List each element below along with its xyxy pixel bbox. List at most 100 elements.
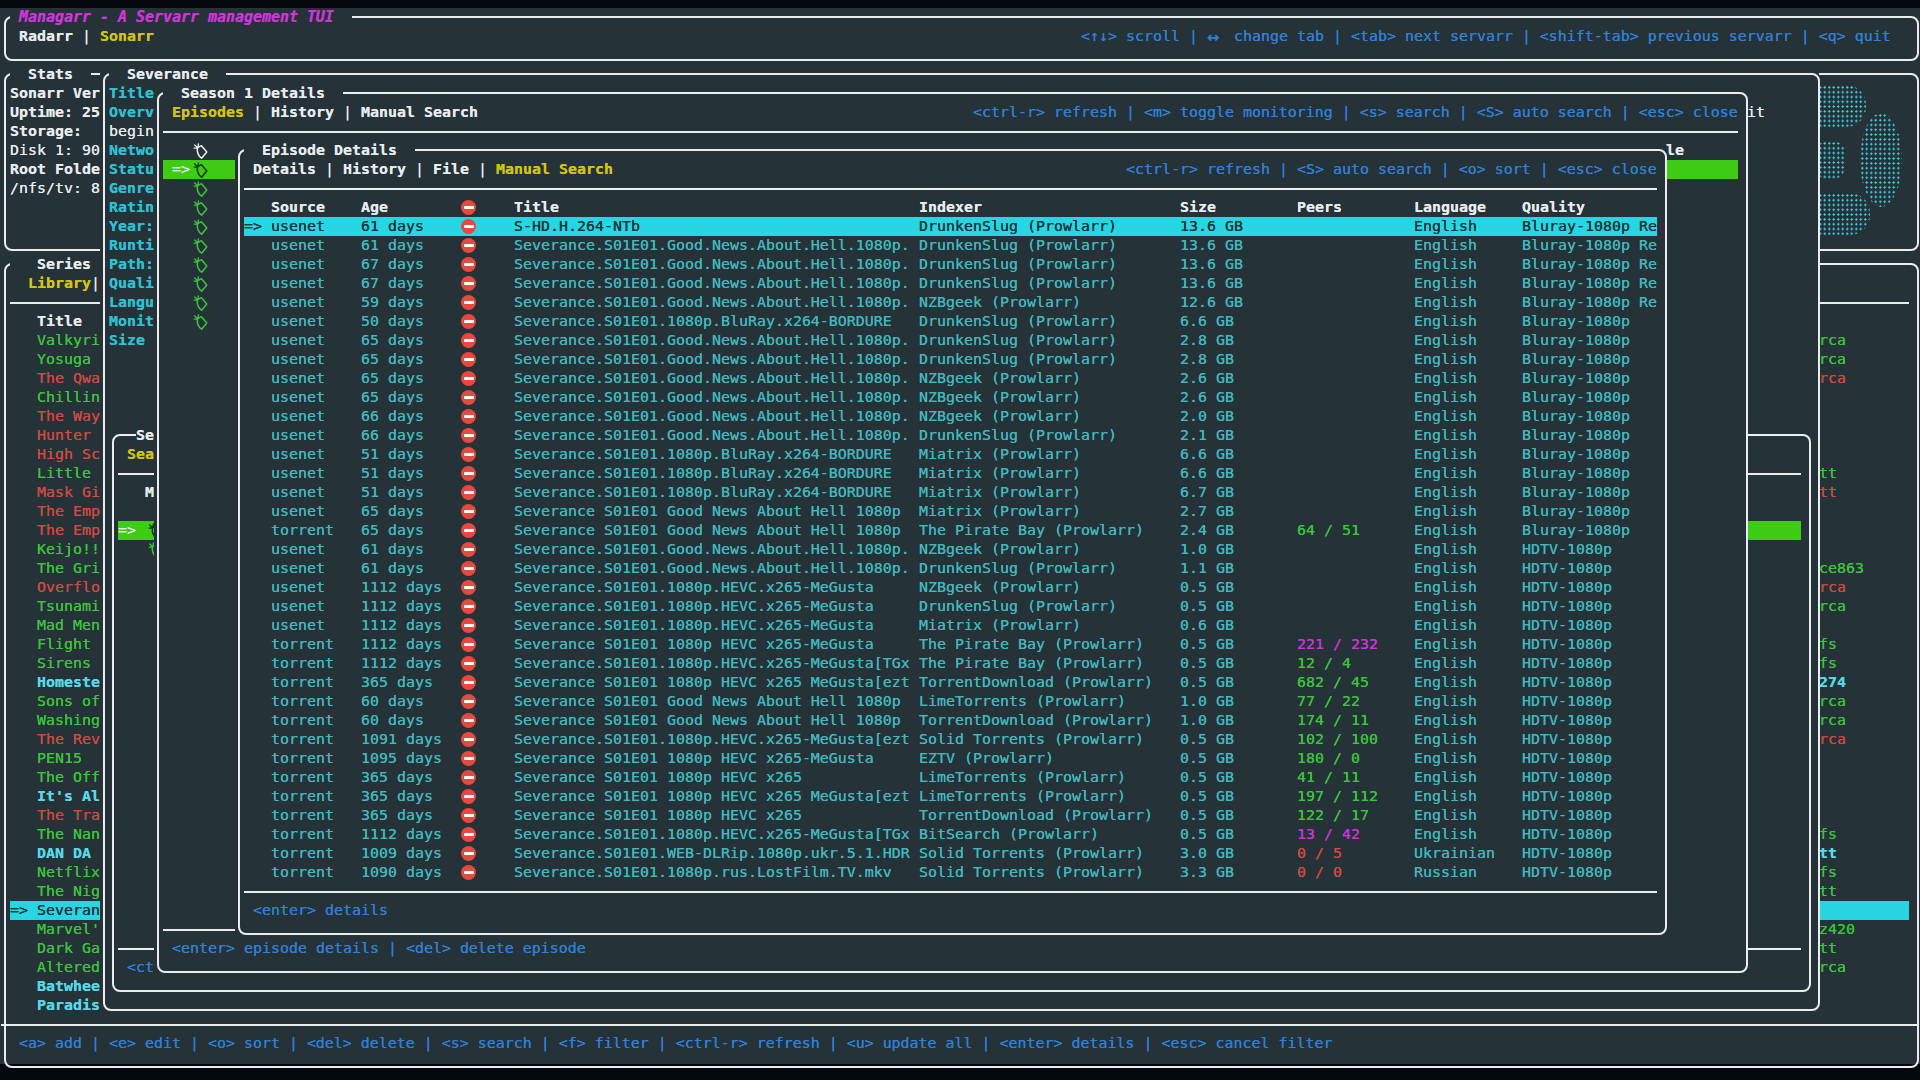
release-quality: HDTV-1080p xyxy=(1522,540,1612,559)
release-indexer: TorrentDownload (Prowlarr) xyxy=(919,806,1153,825)
release-source[interactable]: usenet xyxy=(271,331,325,350)
release-age: 1112 days xyxy=(361,654,442,673)
rejected-icon xyxy=(461,865,476,880)
release-age: 59 days xyxy=(361,293,424,312)
release-quality: Bluray-1080p xyxy=(1522,426,1630,445)
release-quality: Bluray-1080p xyxy=(1522,388,1630,407)
release-quality: Bluray-1080p xyxy=(1522,445,1630,464)
release-indexer: DrunkenSlug (Prowlarr) xyxy=(919,217,1117,236)
release-age: 60 days xyxy=(361,692,424,711)
release-source[interactable]: usenet xyxy=(271,388,325,407)
release-source[interactable]: usenet xyxy=(271,464,325,483)
release-language: English xyxy=(1414,502,1477,521)
release-source[interactable]: usenet xyxy=(271,407,325,426)
release-age: 1112 days xyxy=(361,616,442,635)
release-indexer: Miatrix (Prowlarr) xyxy=(919,464,1081,483)
release-size: 1.0 GB xyxy=(1180,540,1234,559)
release-source[interactable]: usenet xyxy=(271,597,325,616)
release-quality: Bluray-1080p xyxy=(1522,369,1630,388)
release-source[interactable]: torrent xyxy=(271,787,334,806)
release-source[interactable]: torrent xyxy=(271,673,334,692)
release-source[interactable]: usenet xyxy=(271,616,325,635)
release-source[interactable]: usenet xyxy=(271,445,325,464)
release-size: 6.6 GB xyxy=(1180,445,1234,464)
rejected-icon xyxy=(461,732,476,747)
release-language: English xyxy=(1414,787,1477,806)
text: | xyxy=(415,160,424,179)
tab-details[interactable]: Details xyxy=(253,160,316,179)
release-quality: Bluray-1080p Re xyxy=(1522,255,1657,274)
release-indexer: DrunkenSlug (Prowlarr) xyxy=(919,236,1117,255)
rejected-icon xyxy=(461,504,476,519)
rejected-icon xyxy=(461,333,476,348)
release-size: 13.6 GB xyxy=(1180,236,1243,255)
release-source[interactable]: torrent xyxy=(271,692,334,711)
release-title: Severance.S01E01.Good.News.About.Hell.10… xyxy=(514,236,910,255)
release-quality: HDTV-1080p xyxy=(1522,559,1612,578)
release-source[interactable]: torrent xyxy=(271,844,334,863)
rejected-icon xyxy=(461,637,476,652)
release-age: 67 days xyxy=(361,255,424,274)
release-age: 65 days xyxy=(361,388,424,407)
release-source[interactable]: torrent xyxy=(271,711,334,730)
release-indexer: Miatrix (Prowlarr) xyxy=(919,483,1081,502)
release-quality: HDTV-1080p xyxy=(1522,730,1612,749)
tab-ep-history[interactable]: History xyxy=(343,160,406,179)
release-indexer: DrunkenSlug (Prowlarr) xyxy=(919,597,1117,616)
release-peers: 682 / 45 xyxy=(1297,673,1369,692)
release-source[interactable]: usenet xyxy=(271,502,325,521)
release-age: 1112 days xyxy=(361,578,442,597)
release-language: English xyxy=(1414,673,1477,692)
release-source[interactable]: usenet xyxy=(271,312,325,331)
release-title: Severance.S01E01.WEB-DLRip.1080p.ukr.5.1… xyxy=(514,844,910,863)
release-source[interactable]: torrent xyxy=(271,635,334,654)
release-source[interactable]: torrent xyxy=(271,863,334,882)
release-title: Severance.S01E01.Good.News.About.Hell.10… xyxy=(514,255,910,274)
release-source[interactable]: usenet xyxy=(271,274,325,293)
release-source[interactable]: torrent xyxy=(271,730,334,749)
tab-file[interactable]: File xyxy=(433,160,469,179)
release-age: 1090 days xyxy=(361,863,442,882)
release-source[interactable]: usenet xyxy=(271,217,325,236)
release-title: Severance.S01E01.1080p.HEVC.x265-MeGusta… xyxy=(514,730,910,749)
release-source[interactable]: usenet xyxy=(271,426,325,445)
release-language: English xyxy=(1414,711,1477,730)
release-age: 1091 days xyxy=(361,730,442,749)
release-language: English xyxy=(1414,654,1477,673)
rejected-icon xyxy=(461,390,476,405)
release-source[interactable]: usenet xyxy=(271,483,325,502)
release-source[interactable]: torrent xyxy=(271,768,334,787)
release-source[interactable]: usenet xyxy=(271,293,325,312)
release-source[interactable]: usenet xyxy=(271,540,325,559)
release-peers: 12 / 4 xyxy=(1297,654,1351,673)
release-age: 65 days xyxy=(361,502,424,521)
release-source[interactable]: torrent xyxy=(271,521,334,540)
release-source[interactable]: usenet xyxy=(271,559,325,578)
release-source[interactable]: torrent xyxy=(271,825,334,844)
release-source[interactable]: usenet xyxy=(271,255,325,274)
release-title: Severance S01E01 1080p HEVC x265-MeGusta xyxy=(514,635,874,654)
release-age: 65 days xyxy=(361,331,424,350)
release-size: 0.5 GB xyxy=(1180,787,1234,806)
release-quality: Bluray-1080p xyxy=(1522,331,1630,350)
release-title: Severance.S01E01.Good.News.About.Hell.10… xyxy=(514,331,910,350)
text: | xyxy=(325,160,334,179)
release-indexer: TorrentDownload (Prowlarr) xyxy=(919,711,1153,730)
release-indexer: NZBgeek (Prowlarr) xyxy=(919,540,1081,559)
managarr-terminal: Managarr - A Servarr management TUIRadar… xyxy=(0,0,1920,1080)
tab-ep-manual-search[interactable]: Manual Search xyxy=(496,160,613,179)
release-peers: 102 / 100 xyxy=(1297,730,1378,749)
release-source[interactable]: torrent xyxy=(271,654,334,673)
release-indexer: Miatrix (Prowlarr) xyxy=(919,616,1081,635)
release-source[interactable]: usenet xyxy=(271,350,325,369)
release-source[interactable]: usenet xyxy=(271,236,325,255)
release-source[interactable]: torrent xyxy=(271,806,334,825)
release-source[interactable]: torrent xyxy=(271,749,334,768)
release-source[interactable]: usenet xyxy=(271,369,325,388)
release-title: Severance.S01E01.1080p.HEVC.x265-MeGusta… xyxy=(514,825,910,844)
release-language: English xyxy=(1414,236,1477,255)
release-title: Severance.S01E01.Good.News.About.Hell.10… xyxy=(514,293,910,312)
release-indexer: NZBgeek (Prowlarr) xyxy=(919,388,1081,407)
release-source[interactable]: usenet xyxy=(271,578,325,597)
release-age: 65 days xyxy=(361,521,424,540)
